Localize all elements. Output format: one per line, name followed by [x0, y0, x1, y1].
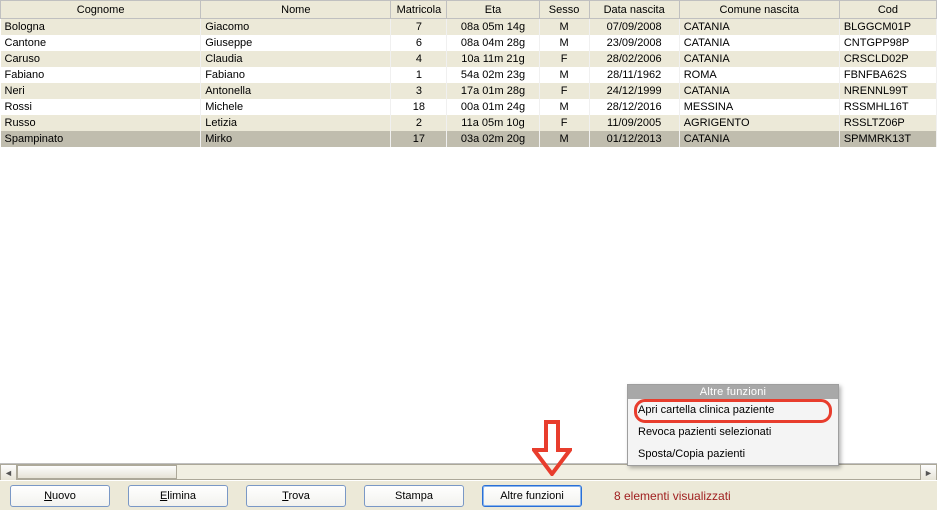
cell-comune: CATANIA — [679, 19, 839, 36]
cell-cod: RSSMHL16T — [839, 99, 936, 115]
cell-cognome: Fabiano — [1, 67, 201, 83]
col-cognome[interactable]: Cognome — [1, 1, 201, 19]
altre-funzioni-button[interactable]: Altre funzioni — [482, 485, 582, 507]
cell-data_nascita: 07/09/2008 — [589, 19, 679, 36]
cell-nome: Mirko — [201, 131, 391, 147]
cell-data_nascita: 28/12/2016 — [589, 99, 679, 115]
cell-eta: 17a 01m 28g — [447, 83, 539, 99]
cell-eta: 08a 05m 14g — [447, 19, 539, 36]
popup-title: Altre funzioni — [628, 385, 838, 399]
cell-matricola: 17 — [391, 131, 447, 147]
cell-eta: 11a 05m 10g — [447, 115, 539, 131]
col-matricola[interactable]: Matricola — [391, 1, 447, 19]
cell-matricola: 3 — [391, 83, 447, 99]
cell-nome: Claudia — [201, 51, 391, 67]
cell-comune: CATANIA — [679, 35, 839, 51]
cell-sesso: M — [539, 19, 589, 36]
cell-cod: FBNFBA62S — [839, 67, 936, 83]
cell-comune: AGRIGENTO — [679, 115, 839, 131]
cell-cognome: Rossi — [1, 99, 201, 115]
col-data-nascita[interactable]: Data nascita — [589, 1, 679, 19]
grid-header-row[interactable]: Cognome Nome Matricola Eta Sesso Data na… — [1, 1, 937, 19]
table-row[interactable]: RussoLetizia211a 05m 10gF11/09/2005AGRIG… — [1, 115, 937, 131]
cell-cognome: Cantone — [1, 35, 201, 51]
cell-comune: CATANIA — [679, 51, 839, 67]
cell-cognome: Neri — [1, 83, 201, 99]
cell-sesso: F — [539, 115, 589, 131]
cell-eta: 54a 02m 23g — [447, 67, 539, 83]
table-row[interactable]: FabianoFabiano154a 02m 23gM28/11/1962ROM… — [1, 67, 937, 83]
cell-sesso: F — [539, 83, 589, 99]
cell-nome: Letizia — [201, 115, 391, 131]
table-row[interactable]: RossiMichele1800a 01m 24gM28/12/2016MESS… — [1, 99, 937, 115]
cell-comune: CATANIA — [679, 131, 839, 147]
altre-funzioni-popup: Altre funzioni Apri cartella clinica paz… — [627, 384, 839, 466]
table-row[interactable]: BolognaGiacomo708a 05m 14gM07/09/2008CAT… — [1, 19, 937, 36]
cell-nome: Giacomo — [201, 19, 391, 36]
cell-data_nascita: 28/11/1962 — [589, 67, 679, 83]
nuovo-button[interactable]: Nuovo — [10, 485, 110, 507]
cell-cognome: Bologna — [1, 19, 201, 36]
cell-comune: MESSINA — [679, 99, 839, 115]
cell-data_nascita: 24/12/1999 — [589, 83, 679, 99]
cell-matricola: 1 — [391, 67, 447, 83]
scroll-right-button[interactable]: ► — [920, 464, 937, 481]
cell-sesso: M — [539, 131, 589, 147]
cell-cognome: Caruso — [1, 51, 201, 67]
col-eta[interactable]: Eta — [447, 1, 539, 19]
cell-matricola: 2 — [391, 115, 447, 131]
cell-nome: Giuseppe — [201, 35, 391, 51]
cell-data_nascita: 11/09/2005 — [589, 115, 679, 131]
col-sesso[interactable]: Sesso — [539, 1, 589, 19]
cell-cognome: Spampinato — [1, 131, 201, 147]
cell-matricola: 7 — [391, 19, 447, 36]
table-row[interactable]: NeriAntonella317a 01m 28gF24/12/1999CATA… — [1, 83, 937, 99]
cell-cod: CRSCLD02P — [839, 51, 936, 67]
popup-item-apri-cartella[interactable]: Apri cartella clinica paziente — [628, 399, 838, 421]
table-row[interactable]: CarusoClaudia410a 11m 21gF28/02/2006CATA… — [1, 51, 937, 67]
cell-matricola: 6 — [391, 35, 447, 51]
bottom-toolbar: Nuovo Elimina Trova Stampa Altre funzion… — [0, 480, 937, 510]
col-comune-nascita[interactable]: Comune nascita — [679, 1, 839, 19]
cell-matricola: 4 — [391, 51, 447, 67]
cell-nome: Michele — [201, 99, 391, 115]
elimina-button[interactable]: Elimina — [128, 485, 228, 507]
cell-eta: 03a 02m 20g — [447, 131, 539, 147]
cell-comune: ROMA — [679, 67, 839, 83]
cell-data_nascita: 28/02/2006 — [589, 51, 679, 67]
cell-eta: 00a 01m 24g — [447, 99, 539, 115]
cell-data_nascita: 23/09/2008 — [589, 35, 679, 51]
cell-sesso: M — [539, 99, 589, 115]
scroll-left-button[interactable]: ◄ — [0, 464, 17, 481]
popup-item-sposta-copia[interactable]: Sposta/Copia pazienti — [628, 443, 838, 465]
cell-eta: 08a 04m 28g — [447, 35, 539, 51]
table-row[interactable]: SpampinatoMirko1703a 02m 20gM01/12/2013C… — [1, 131, 937, 147]
cell-cod: SPMMRK13T — [839, 131, 936, 147]
cell-sesso: M — [539, 67, 589, 83]
col-cod[interactable]: Cod — [839, 1, 936, 19]
table-row[interactable]: CantoneGiuseppe608a 04m 28gM23/09/2008CA… — [1, 35, 937, 51]
cell-cod: BLGGCM01P — [839, 19, 936, 36]
popup-item-revoca[interactable]: Revoca pazienti selezionati — [628, 421, 838, 443]
cell-cognome: Russo — [1, 115, 201, 131]
cell-cod: NRENNL99T — [839, 83, 936, 99]
trova-button[interactable]: Trova — [246, 485, 346, 507]
cell-nome: Fabiano — [201, 67, 391, 83]
cell-matricola: 18 — [391, 99, 447, 115]
cell-data_nascita: 01/12/2013 — [589, 131, 679, 147]
scroll-thumb[interactable] — [17, 465, 177, 479]
col-nome[interactable]: Nome — [201, 1, 391, 19]
cell-comune: CATANIA — [679, 83, 839, 99]
status-text: 8 elementi visualizzati — [614, 489, 731, 503]
stampa-button[interactable]: Stampa — [364, 485, 464, 507]
scroll-track[interactable] — [17, 464, 920, 480]
cell-sesso: M — [539, 35, 589, 51]
cell-cod: CNTGPP98P — [839, 35, 936, 51]
cell-nome: Antonella — [201, 83, 391, 99]
patient-grid[interactable]: Cognome Nome Matricola Eta Sesso Data na… — [0, 0, 937, 147]
cell-cod: RSSLTZ06P — [839, 115, 936, 131]
cell-sesso: F — [539, 51, 589, 67]
cell-eta: 10a 11m 21g — [447, 51, 539, 67]
